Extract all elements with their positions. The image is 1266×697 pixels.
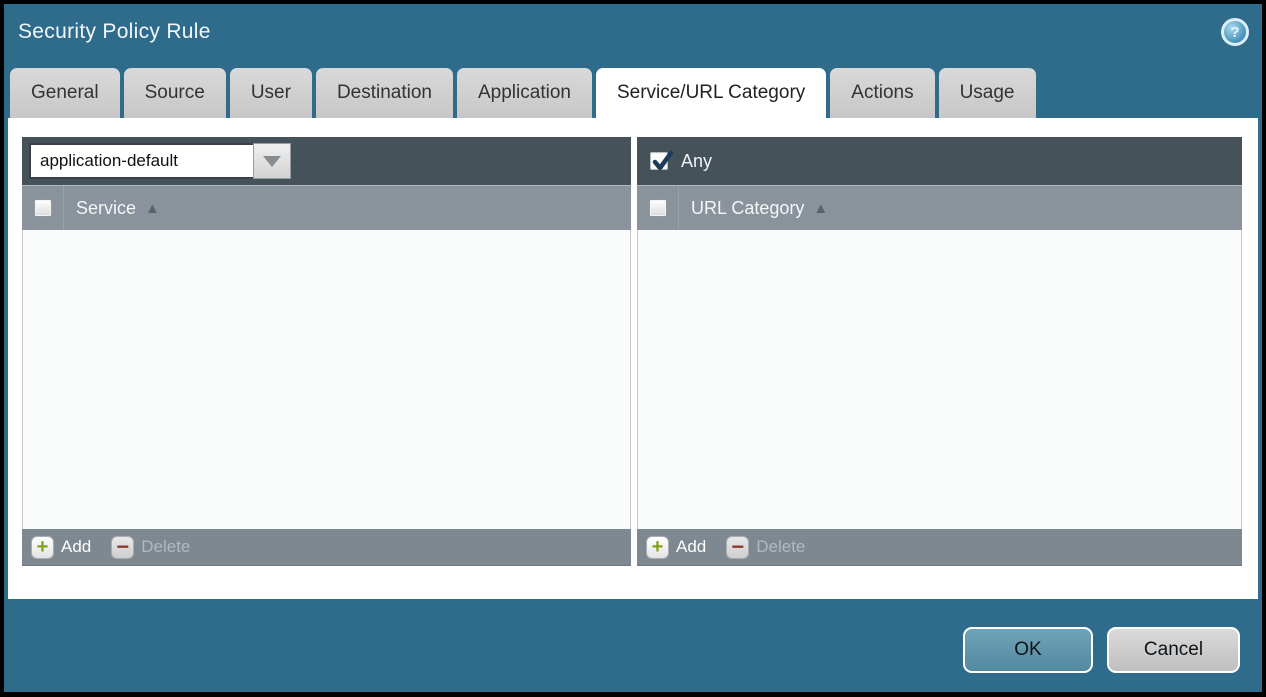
service-add-label: Add <box>61 537 91 557</box>
service-type-dropdown-value[interactable]: application-default <box>29 143 253 179</box>
url-category-toolbar: + Add − Delete <box>637 529 1242 566</box>
security-policy-rule-dialog: Security Policy Rule ? General Source Us… <box>4 4 1262 692</box>
service-type-dropdown[interactable]: application-default <box>29 143 291 179</box>
url-category-add-label: Add <box>676 537 706 557</box>
service-list[interactable] <box>22 230 631 529</box>
tab-general[interactable]: General <box>10 68 120 118</box>
service-panel: application-default Service ▲ + Add <box>22 137 631 566</box>
sort-ascending-icon[interactable]: ▲ <box>813 200 828 217</box>
url-category-panel: Any URL Category ▲ + Add − Delete <box>637 137 1242 566</box>
tab-destination[interactable]: Destination <box>316 68 453 118</box>
url-category-column-label[interactable]: URL Category <box>691 198 804 219</box>
delete-icon: − <box>111 536 134 559</box>
url-category-column-header: URL Category ▲ <box>637 185 1242 230</box>
any-checkbox[interactable] <box>650 152 668 170</box>
service-type-dropdown-button[interactable] <box>253 143 291 179</box>
add-icon: + <box>646 536 669 559</box>
url-category-list[interactable] <box>637 230 1242 529</box>
url-category-delete-button[interactable]: − Delete <box>726 536 805 559</box>
delete-icon: − <box>726 536 749 559</box>
tab-service-url-category[interactable]: Service/URL Category <box>596 68 826 118</box>
tab-source[interactable]: Source <box>124 68 226 118</box>
add-icon: + <box>31 536 54 559</box>
service-column-label[interactable]: Service <box>76 198 136 219</box>
url-category-panel-header: Any <box>637 137 1242 185</box>
any-label: Any <box>681 151 712 172</box>
tab-actions[interactable]: Actions <box>830 68 934 118</box>
dropdown-arrow-icon <box>263 156 281 167</box>
sort-ascending-icon[interactable]: ▲ <box>145 200 160 217</box>
tab-content-area: application-default Service ▲ + Add <box>8 118 1258 599</box>
service-select-all-checkbox[interactable] <box>34 199 52 217</box>
service-delete-button[interactable]: − Delete <box>111 536 190 559</box>
dialog-title: Security Policy Rule <box>18 20 211 44</box>
checkmark-icon <box>651 150 675 174</box>
service-toolbar: + Add − Delete <box>22 529 631 566</box>
tab-user[interactable]: User <box>230 68 312 118</box>
help-icon[interactable]: ? <box>1221 18 1249 46</box>
cancel-button[interactable]: Cancel <box>1107 627 1240 673</box>
url-category-delete-label: Delete <box>756 537 805 557</box>
service-select-all-cell <box>22 186 64 230</box>
service-add-button[interactable]: + Add <box>31 536 91 559</box>
url-category-select-all-checkbox[interactable] <box>649 199 667 217</box>
service-column-header: Service ▲ <box>22 185 631 230</box>
tab-usage[interactable]: Usage <box>939 68 1036 118</box>
tab-bar: General Source User Destination Applicat… <box>10 68 1036 118</box>
url-category-add-button[interactable]: + Add <box>646 536 706 559</box>
url-category-any-row: Any <box>644 151 712 172</box>
tab-application[interactable]: Application <box>457 68 592 118</box>
service-delete-label: Delete <box>141 537 190 557</box>
url-category-select-all-cell <box>637 186 679 230</box>
ok-button[interactable]: OK <box>963 627 1093 673</box>
service-panel-header: application-default <box>22 137 631 185</box>
